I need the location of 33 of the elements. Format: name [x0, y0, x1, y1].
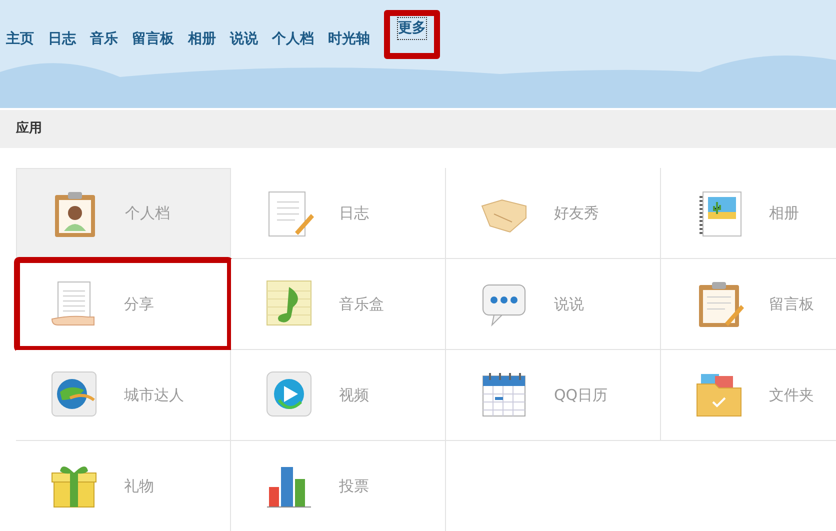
app-label: 文件夹	[769, 384, 814, 406]
app-label: 相册	[769, 202, 799, 224]
app-tile[interactable]: 日志	[231, 168, 446, 259]
app-label: 分享	[124, 294, 154, 315]
app-label: 音乐盒	[339, 294, 384, 315]
app-tile[interactable]: 城市达人	[16, 350, 231, 441]
section-title: 应用	[16, 120, 42, 138]
nav-link[interactable]: 相册	[188, 29, 216, 50]
app-tile[interactable]: QQ日历	[446, 350, 661, 441]
nav-link[interactable]: 日志	[48, 29, 76, 50]
app-tile[interactable]: 音乐盒	[231, 259, 446, 350]
app-tile[interactable]: 个人档	[16, 168, 231, 259]
app-label: 好友秀	[554, 202, 599, 224]
app-tile[interactable]: 视频	[231, 350, 446, 441]
app-label: 个人档	[125, 203, 170, 224]
nav-link[interactable]: 音乐	[90, 29, 118, 50]
app-label: QQ日历	[554, 384, 608, 406]
nav-link[interactable]: 说说	[230, 29, 258, 50]
nav-link[interactable]: 留言板	[132, 29, 174, 50]
app-tile[interactable]: 分享	[16, 259, 231, 350]
app-label: 投票	[339, 476, 369, 497]
app-label: 视频	[339, 384, 369, 406]
app-label: 说说	[554, 294, 584, 315]
nav-link[interactable]: 主页	[6, 29, 34, 50]
app-label: 城市达人	[124, 384, 184, 406]
app-label: 日志	[339, 202, 369, 224]
app-tile[interactable]: 说说	[446, 259, 661, 350]
app-label: 留言板	[769, 294, 814, 315]
nav-link[interactable]: 个人档	[272, 29, 314, 50]
app-tile[interactable]: 好友秀	[446, 168, 661, 259]
app-label: 礼物	[124, 476, 154, 497]
nav-link[interactable]: 时光轴	[328, 29, 370, 50]
nav-link[interactable]: 更多	[398, 18, 426, 39]
